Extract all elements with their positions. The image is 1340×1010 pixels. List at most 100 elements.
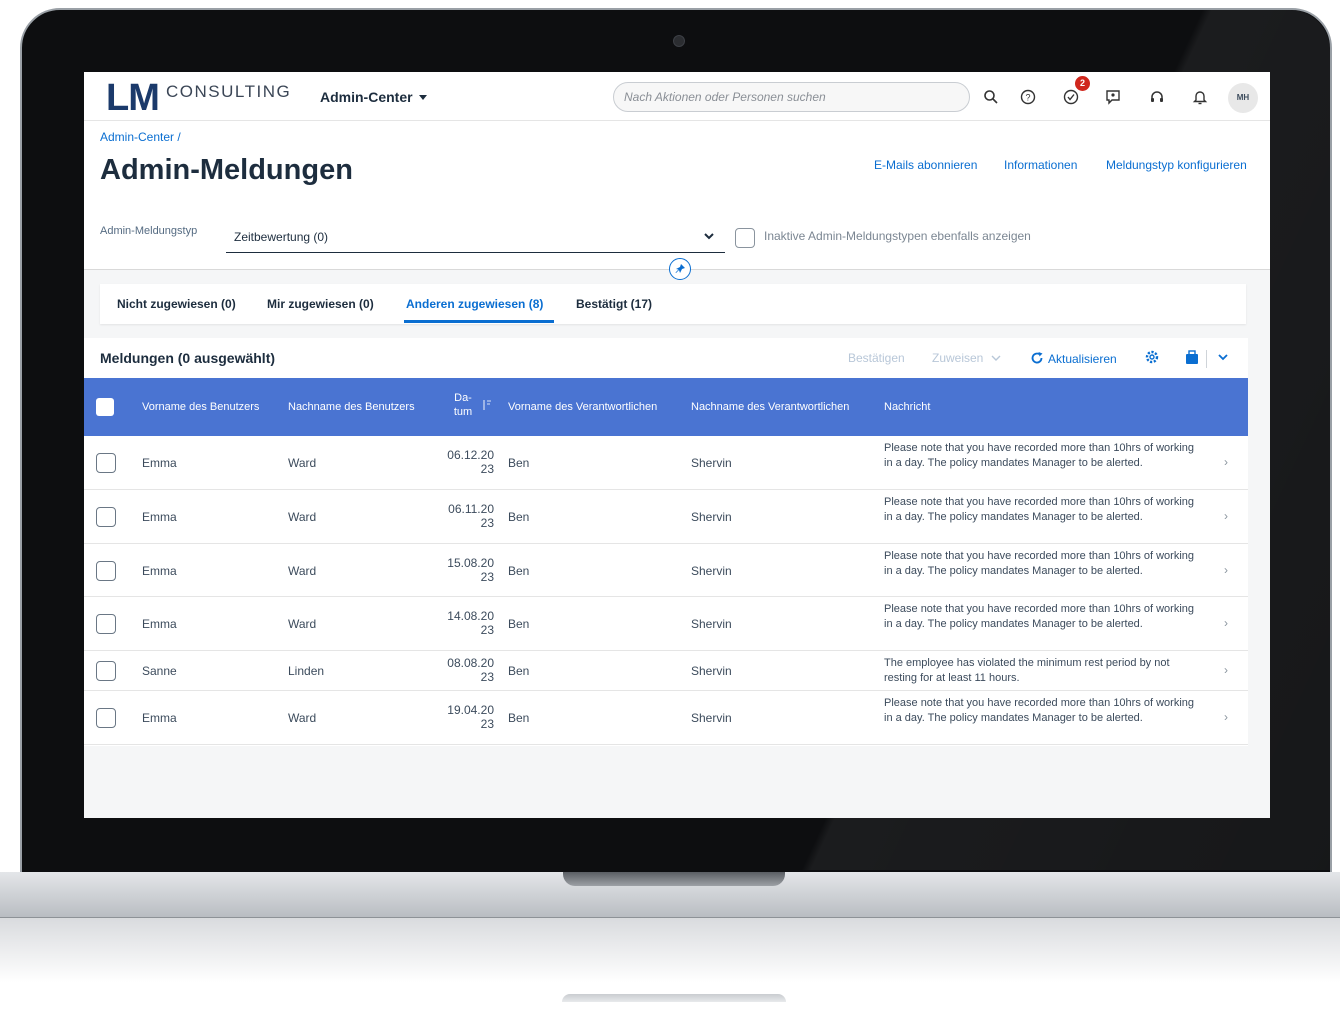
cell-date-line1: 06.12.20 bbox=[447, 448, 494, 462]
cell-date-line1: 08.08.20 bbox=[447, 656, 494, 670]
cell-message: Please note that you have recorded more … bbox=[884, 603, 1195, 630]
refresh-icon bbox=[1031, 352, 1043, 364]
cell-date: 15.08.20 23 bbox=[436, 556, 494, 584]
help-icon[interactable]: ? bbox=[1017, 86, 1039, 108]
cell-responsible-last-name: Shervin bbox=[691, 664, 732, 678]
table-row[interactable]: Sanne Linden 08.08.20 23 Ben Shervin The … bbox=[84, 651, 1248, 691]
cell-first-name: Emma bbox=[142, 617, 177, 631]
select-all-checkbox[interactable] bbox=[96, 398, 114, 416]
settings-icon[interactable] bbox=[1144, 349, 1160, 369]
cell-date: 08.08.20 23 bbox=[436, 656, 494, 684]
cell-responsible-last-name: Shervin bbox=[691, 617, 732, 631]
show-inactive-checkbox[interactable] bbox=[735, 228, 755, 248]
cell-date: 14.08.20 23 bbox=[436, 609, 494, 637]
cell-date-line2: 23 bbox=[480, 623, 494, 637]
caret-down-icon bbox=[418, 95, 427, 100]
bell-icon[interactable] bbox=[1189, 86, 1211, 108]
page-header: Admin-Center / Admin-Meldungen E-Mails a… bbox=[84, 122, 1270, 270]
app-title-menu[interactable]: Admin-Center bbox=[320, 89, 427, 105]
cell-responsible-last-name: Shervin bbox=[691, 564, 732, 578]
chevron-right-icon[interactable]: › bbox=[1224, 663, 1228, 677]
table-title: Meldungen (0 ausgewählt) bbox=[100, 350, 276, 366]
chevron-right-icon[interactable]: › bbox=[1224, 563, 1228, 577]
chevron-down-icon bbox=[703, 221, 715, 265]
alert-type-label: Admin-Meldungstyp bbox=[100, 225, 198, 237]
show-inactive-label: Inaktive Admin-Meldungstypen ebenfalls a… bbox=[764, 229, 1031, 243]
page-title: Admin-Meldungen bbox=[100, 154, 353, 186]
row-checkbox[interactable] bbox=[96, 453, 116, 473]
cell-message: Please note that you have recorded more … bbox=[884, 697, 1195, 724]
cell-date: 06.12.20 23 bbox=[436, 448, 494, 476]
chevron-down-icon bbox=[991, 355, 1001, 361]
breadcrumb[interactable]: Admin-Center / bbox=[100, 130, 181, 144]
cell-last-name: Linden bbox=[288, 664, 325, 678]
refresh-button-label: Aktualisieren bbox=[1048, 352, 1117, 366]
laptop-foot bbox=[562, 994, 786, 1002]
sort-icon[interactable] bbox=[482, 399, 492, 414]
table-row[interactable]: Emma Ward 06.12.20 23 Ben Shervin Please … bbox=[84, 436, 1248, 490]
company-logo[interactable]: LM CONSULTING bbox=[106, 78, 290, 118]
table-row[interactable]: Emma Ward 19.04.20 23 Ben Shervin Please … bbox=[84, 691, 1248, 745]
cell-date-line2: 23 bbox=[480, 717, 494, 731]
column-header-date-line2[interactable]: tum bbox=[452, 406, 474, 418]
search-input[interactable]: Nach Aktionen oder Personen suchen bbox=[613, 82, 970, 112]
cell-last-name: Ward bbox=[288, 456, 317, 470]
table-row[interactable]: Emma Ward 15.08.20 23 Ben Shervin Please … bbox=[84, 544, 1248, 597]
cell-responsible-first-name: Ben bbox=[508, 711, 530, 725]
chevron-down-icon[interactable] bbox=[1217, 349, 1229, 369]
cell-first-name: Emma bbox=[142, 564, 177, 578]
support-icon[interactable] bbox=[1146, 86, 1168, 108]
laptop-mockup: LM CONSULTING Admin-Center Nach Aktionen… bbox=[0, 0, 1340, 1010]
laptop-hinge-notch bbox=[563, 872, 785, 886]
confirm-button[interactable]: Bestätigen bbox=[848, 351, 905, 365]
notification-badge: 2 bbox=[1075, 76, 1090, 91]
column-header-last-name[interactable]: Nachname des Benutzers bbox=[288, 401, 415, 413]
avatar[interactable]: MH bbox=[1228, 83, 1258, 113]
tab-confirmed[interactable]: Bestätigt (17) bbox=[576, 297, 652, 311]
alert-tabs: Nicht zugewiesen (0) Mir zugewiesen (0) … bbox=[100, 284, 1246, 324]
pin-header-icon[interactable] bbox=[669, 258, 691, 280]
subscribe-emails-link[interactable]: E-Mails abonnieren bbox=[874, 158, 977, 172]
app-screen: LM CONSULTING Admin-Center Nach Aktionen… bbox=[84, 72, 1270, 818]
row-checkbox[interactable] bbox=[96, 507, 116, 527]
assign-button[interactable]: Zuweisen bbox=[932, 351, 1001, 365]
cell-last-name: Ward bbox=[288, 617, 317, 631]
cell-last-name: Ward bbox=[288, 564, 317, 578]
tab-assigned-to-me[interactable]: Mir zugewiesen (0) bbox=[267, 297, 374, 311]
cell-first-name: Emma bbox=[142, 510, 177, 524]
cell-responsible-first-name: Ben bbox=[508, 664, 530, 678]
cell-date: 06.11.20 23 bbox=[436, 502, 494, 530]
column-header-first-name[interactable]: Vorname des Benutzers bbox=[142, 401, 259, 413]
cell-date-line1: 15.08.20 bbox=[447, 556, 494, 570]
column-header-responsible-last-name[interactable]: Nachname des Verantwortlichen bbox=[691, 401, 849, 413]
information-link[interactable]: Informationen bbox=[1004, 158, 1077, 172]
refresh-button[interactable]: Aktualisieren bbox=[1030, 351, 1117, 366]
cell-date-line1: 14.08.20 bbox=[447, 609, 494, 623]
row-checkbox[interactable] bbox=[96, 561, 116, 581]
alert-type-select[interactable]: Zeitbewertung (0) bbox=[226, 221, 725, 253]
column-header-message[interactable]: Nachricht bbox=[884, 401, 930, 413]
table-row[interactable]: Emma Ward 06.11.20 23 Ben Shervin Please … bbox=[84, 490, 1248, 544]
alert-type-selected-value: Zeitbewertung (0) bbox=[234, 230, 329, 244]
feedback-icon[interactable] bbox=[1102, 86, 1124, 108]
tab-not-assigned[interactable]: Nicht zugewiesen (0) bbox=[117, 297, 236, 311]
cell-first-name: Emma bbox=[142, 711, 177, 725]
row-checkbox[interactable] bbox=[96, 614, 116, 634]
export-icon[interactable] bbox=[1184, 349, 1200, 369]
row-checkbox[interactable] bbox=[96, 661, 116, 681]
cell-responsible-first-name: Ben bbox=[508, 456, 530, 470]
column-header-responsible-first-name[interactable]: Vorname des Verantwortlichen bbox=[508, 401, 657, 413]
cell-message: The employee has violated the minimum re… bbox=[884, 657, 1170, 684]
search-icon[interactable] bbox=[980, 86, 1002, 108]
table-row[interactable]: Emma Ward 14.08.20 23 Ben Shervin Please … bbox=[84, 597, 1248, 651]
configure-alert-type-link[interactable]: Meldungstyp konfigurieren bbox=[1106, 158, 1247, 172]
chevron-right-icon[interactable]: › bbox=[1224, 455, 1228, 469]
chevron-right-icon[interactable]: › bbox=[1224, 509, 1228, 523]
webcam bbox=[673, 35, 685, 47]
column-header-date-line1[interactable]: Da- bbox=[454, 392, 472, 404]
cell-date-line2: 23 bbox=[480, 570, 494, 584]
tab-assigned-to-others[interactable]: Anderen zugewiesen (8) bbox=[406, 297, 543, 311]
chevron-right-icon[interactable]: › bbox=[1224, 616, 1228, 630]
row-checkbox[interactable] bbox=[96, 708, 116, 728]
chevron-right-icon[interactable]: › bbox=[1224, 710, 1228, 724]
